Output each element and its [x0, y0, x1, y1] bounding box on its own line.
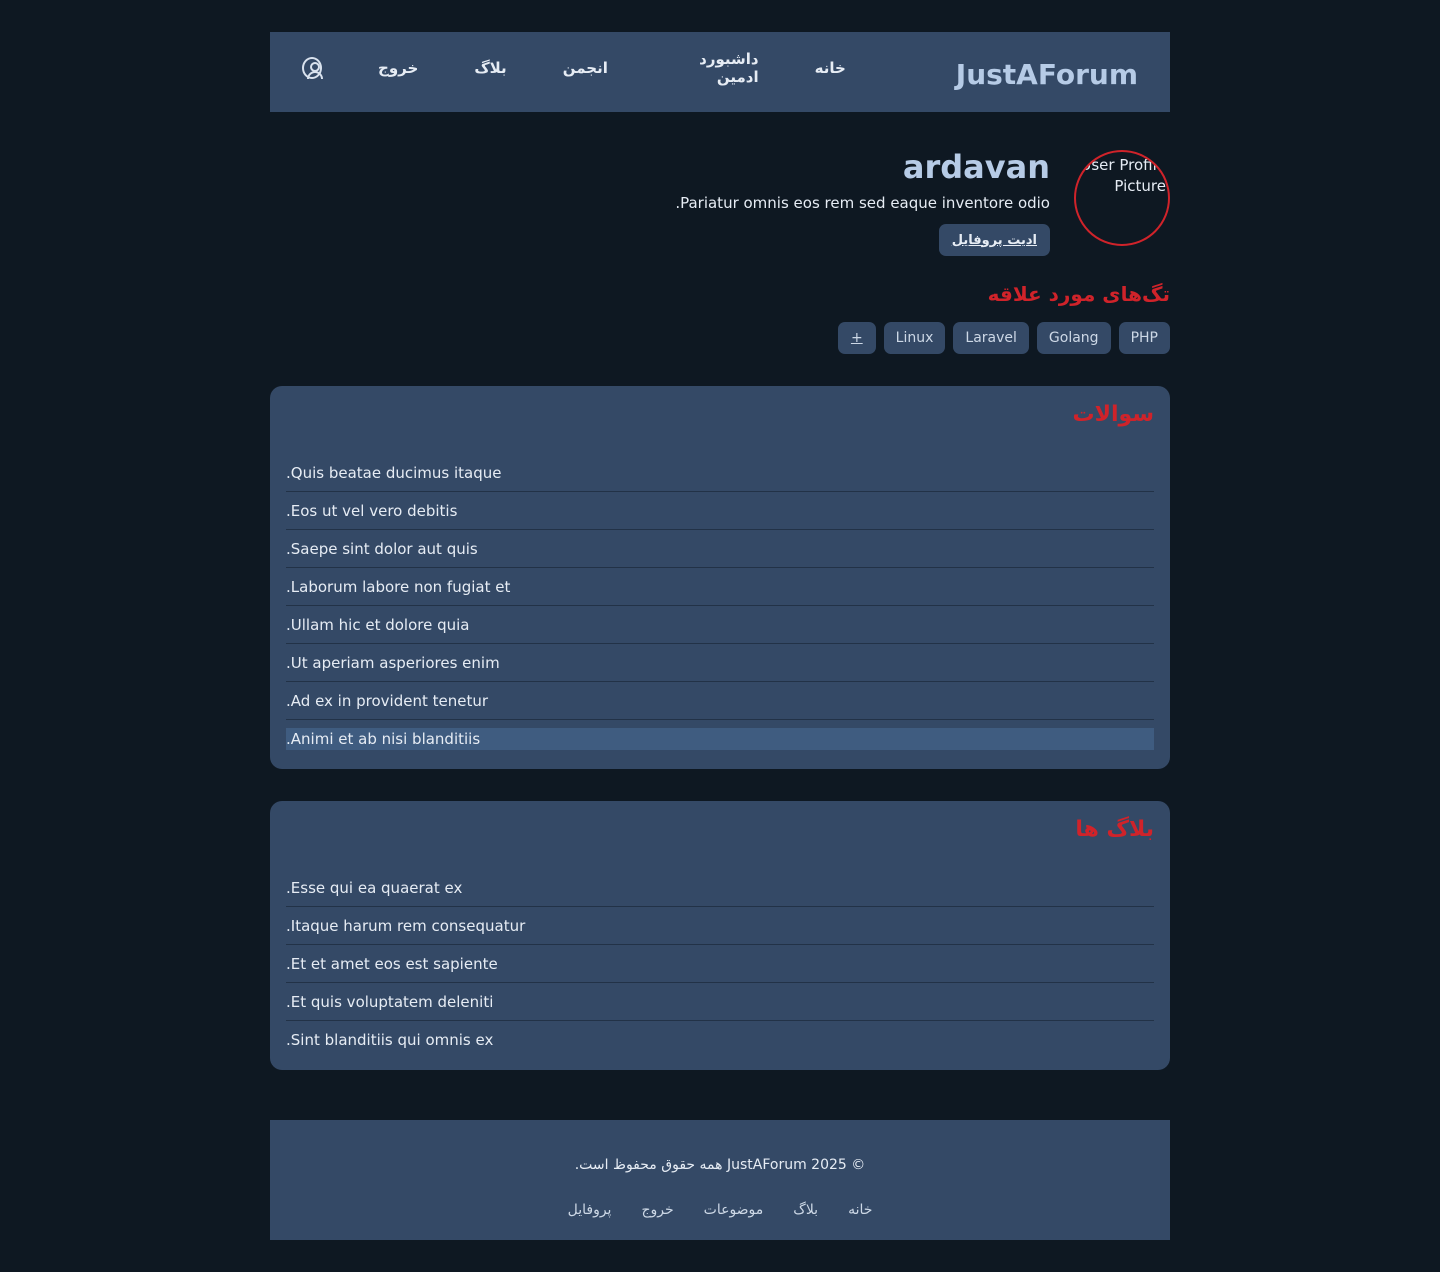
question-item[interactable]: Quis beatae ducimus itaque.	[286, 454, 1154, 492]
question-item[interactable]: Eos ut vel vero debitis.	[286, 492, 1154, 530]
blog-item[interactable]: Esse qui ea quaerat ex.	[286, 869, 1154, 907]
favorite-tags-title: تگ‌های مورد علاقه	[987, 282, 1170, 306]
footer-link-blog[interactable]: بلاگ	[793, 1202, 818, 1218]
avatar: User Profile Picture	[1074, 150, 1170, 246]
question-item[interactable]: Saepe sint dolor aut quis.	[286, 530, 1154, 568]
blogs-card: بلاگ ها Esse qui ea quaerat ex. Itaque h…	[270, 801, 1170, 1070]
tag-php[interactable]: PHP	[1118, 322, 1170, 354]
tag-linux[interactable]: Linux	[883, 322, 946, 354]
favorite-tags-list: PHP Golang Laravel Linux +	[837, 322, 1170, 354]
questions-title: سوالات	[1072, 402, 1154, 427]
brand-logo[interactable]: JustAForum	[956, 58, 1138, 91]
question-item-hovered[interactable]: Animi et ab nisi blanditiis.	[286, 728, 1154, 750]
page: JustAForum خانه داشبورد ادمین انجمن بلاگ…	[0, 0, 1440, 1272]
nav-blog[interactable]: بلاگ	[474, 59, 506, 77]
footer-link-topics[interactable]: موضوعات	[704, 1202, 764, 1218]
blog-item[interactable]: Sint blanditiis qui omnis ex.	[286, 1021, 1154, 1059]
main-nav: خانه داشبورد ادمین انجمن بلاگ خروج	[302, 50, 846, 86]
questions-list: Quis beatae ducimus itaque. Eos ut vel v…	[286, 454, 1154, 750]
blog-item[interactable]: Et et amet eos est sapiente.	[286, 945, 1154, 983]
nav-home[interactable]: خانه	[815, 59, 846, 77]
footer-links: خانه بلاگ موضوعات خروج پروفایل	[270, 1202, 1170, 1218]
blog-item[interactable]: Et quis voluptatem deleniti.	[286, 983, 1154, 1021]
blogs-title: بلاگ ها	[1075, 817, 1154, 842]
question-item[interactable]: Ullam hic et dolore quia.	[286, 606, 1154, 644]
questions-card: سوالات Quis beatae ducimus itaque. Eos u…	[270, 386, 1170, 769]
footer-link-home[interactable]: خانه	[848, 1202, 872, 1218]
copyright-text: © 2025 JustAForum همه حقوق محفوظ است.	[574, 1157, 866, 1173]
edit-profile-button[interactable]: ادیت پروفایل	[938, 224, 1050, 256]
blog-item[interactable]: Itaque harum rem consequatur.	[286, 907, 1154, 945]
add-tag-button[interactable]: +	[837, 322, 876, 354]
question-item[interactable]: Laborum labore non fugiat et.	[286, 568, 1154, 606]
question-item[interactable]: Ut aperiam asperiores enim.	[286, 644, 1154, 682]
nav-logout[interactable]: خروج	[378, 59, 418, 77]
tag-laravel[interactable]: Laravel	[953, 322, 1029, 354]
site-header: JustAForum خانه داشبورد ادمین انجمن بلاگ…	[270, 32, 1170, 112]
question-item[interactable]: Ad ex in provident tenetur.	[286, 682, 1154, 720]
nav-forum[interactable]: انجمن	[563, 59, 608, 77]
footer-link-logout[interactable]: خروج	[641, 1202, 673, 1218]
nav-admin-dashboard[interactable]: داشبورد ادمین	[664, 50, 758, 86]
user-bio: Pariatur omnis eos rem sed eaque invento…	[675, 194, 1050, 212]
footer-link-profile[interactable]: پروفایل	[568, 1202, 612, 1218]
site-footer: © 2025 JustAForum همه حقوق محفوظ است. خا…	[270, 1120, 1170, 1240]
tag-golang[interactable]: Golang	[1036, 322, 1111, 354]
username: ardavan	[902, 148, 1050, 186]
user-account-icon[interactable]	[302, 57, 324, 79]
blogs-list: Esse qui ea quaerat ex. Itaque harum rem…	[286, 869, 1154, 1059]
